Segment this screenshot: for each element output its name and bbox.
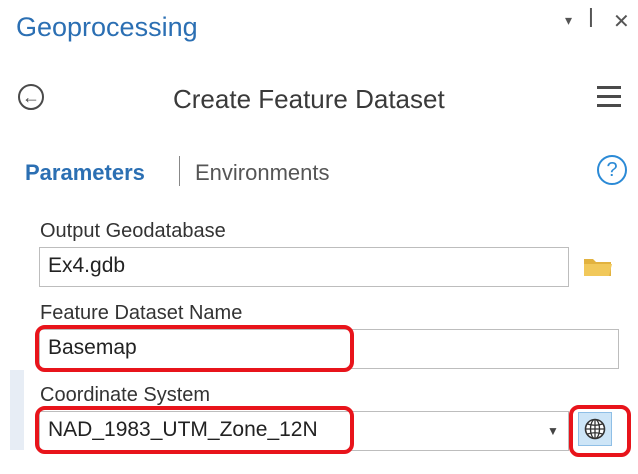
output-geodatabase-label: Output Geodatabase bbox=[40, 220, 226, 242]
help-icon[interactable]: ? bbox=[597, 155, 627, 185]
globe-icon[interactable] bbox=[578, 412, 612, 446]
back-arrow-icon[interactable]: ← bbox=[18, 84, 44, 110]
tab-parameters[interactable]: Parameters bbox=[25, 160, 145, 186]
hamburger-menu-icon[interactable] bbox=[597, 86, 621, 108]
feature-dataset-name-label: Feature Dataset Name bbox=[40, 302, 243, 324]
tool-title: Create Feature Dataset bbox=[173, 84, 445, 114]
pane-title: Geoprocessing bbox=[16, 12, 198, 42]
coordinate-system-select[interactable]: NAD_1983_UTM_Zone_12N bbox=[39, 411, 569, 451]
active-parameter-indicator bbox=[10, 370, 24, 450]
close-icon[interactable]: ✕ bbox=[613, 9, 630, 34]
feature-dataset-name-input[interactable]: Basemap bbox=[39, 329, 619, 369]
pane-options-dropdown[interactable]: ▾ bbox=[565, 12, 572, 29]
chevron-down-icon[interactable]: ▼ bbox=[547, 424, 559, 438]
coordinate-system-label: Coordinate System bbox=[40, 384, 211, 406]
tab-environments[interactable]: Environments bbox=[195, 160, 330, 186]
tab-divider bbox=[179, 156, 180, 186]
output-geodatabase-input[interactable]: Ex4.gdb bbox=[39, 247, 569, 287]
folder-icon[interactable] bbox=[583, 254, 613, 278]
pin-icon[interactable]: ꟾ bbox=[588, 8, 594, 33]
